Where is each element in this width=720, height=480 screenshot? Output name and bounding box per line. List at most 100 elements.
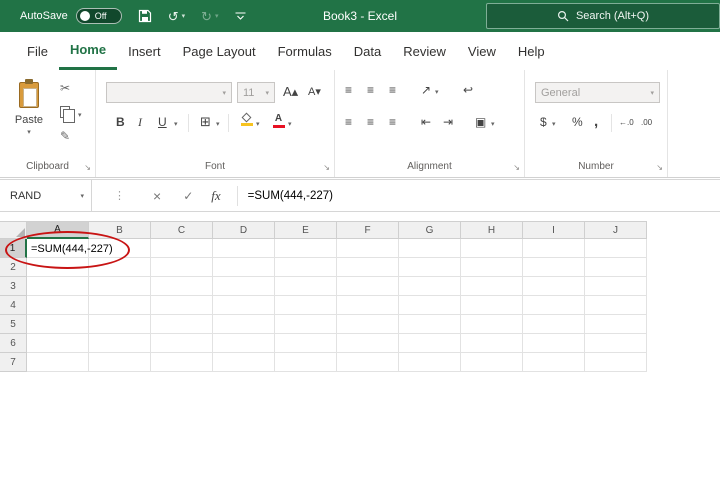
paste-button[interactable]: Paste ▾ bbox=[8, 78, 50, 156]
merge-center-icon[interactable]: ▣ bbox=[475, 116, 486, 128]
cell-F6[interactable] bbox=[337, 334, 399, 353]
cell-G1[interactable] bbox=[399, 239, 461, 258]
cell-G2[interactable] bbox=[399, 258, 461, 277]
decrease-decimal-icon[interactable]: .00 bbox=[641, 119, 652, 127]
cell-H6[interactable] bbox=[461, 334, 523, 353]
cell-A2[interactable] bbox=[27, 258, 89, 277]
cell-B7[interactable] bbox=[89, 353, 151, 372]
cell-J3[interactable] bbox=[585, 277, 647, 296]
column-header-D[interactable]: D bbox=[213, 221, 275, 239]
cell-H2[interactable] bbox=[461, 258, 523, 277]
cell-I6[interactable] bbox=[523, 334, 585, 353]
orientation-icon[interactable]: ↗ bbox=[421, 84, 431, 96]
formula-bar-handle-icon[interactable]: ⋮ bbox=[114, 189, 125, 202]
tab-insert[interactable]: Insert bbox=[117, 32, 172, 70]
cell-I4[interactable] bbox=[523, 296, 585, 315]
row-header-1[interactable]: 1 bbox=[0, 239, 27, 258]
undo-icon[interactable]: ↺ bbox=[168, 10, 179, 23]
borders-dropdown-icon[interactable]: ▾ bbox=[216, 120, 220, 128]
cell-E4[interactable] bbox=[275, 296, 337, 315]
cell-J4[interactable] bbox=[585, 296, 647, 315]
cell-F1[interactable] bbox=[337, 239, 399, 258]
column-header-F[interactable]: F bbox=[337, 221, 399, 239]
insert-function-icon[interactable]: fx bbox=[211, 188, 220, 204]
row-header-4[interactable]: 4 bbox=[0, 296, 27, 315]
column-header-I[interactable]: I bbox=[523, 221, 585, 239]
cell-F3[interactable] bbox=[337, 277, 399, 296]
column-header-C[interactable]: C bbox=[151, 221, 213, 239]
font-color-dropdown-icon[interactable]: ▾ bbox=[288, 120, 292, 128]
underline-button[interactable]: U bbox=[158, 116, 167, 128]
increase-indent-icon[interactable]: ⇥ bbox=[443, 116, 453, 128]
tab-page-layout[interactable]: Page Layout bbox=[172, 32, 267, 70]
select-all-button[interactable] bbox=[0, 221, 27, 239]
bold-button[interactable]: B bbox=[116, 116, 125, 128]
wrap-text-icon[interactable]: ↩ bbox=[463, 84, 473, 96]
cell-B6[interactable] bbox=[89, 334, 151, 353]
font-color-icon[interactable]: A bbox=[272, 114, 285, 129]
increase-decimal-icon[interactable]: ←.0 bbox=[619, 119, 634, 127]
align-left-icon[interactable]: ≡ bbox=[345, 116, 352, 128]
alignment-dialog-launcher-icon[interactable]: ↘ bbox=[513, 163, 520, 172]
cell-H7[interactable] bbox=[461, 353, 523, 372]
autosave-toggle[interactable]: Off bbox=[76, 8, 122, 24]
shrink-font-icon[interactable]: A▾ bbox=[308, 87, 321, 98]
column-header-B[interactable]: B bbox=[89, 221, 151, 239]
align-right-icon[interactable]: ≡ bbox=[389, 116, 396, 128]
tab-review[interactable]: Review bbox=[392, 32, 457, 70]
cell-A4[interactable] bbox=[27, 296, 89, 315]
font-name-combobox[interactable]: ▾ bbox=[106, 82, 232, 103]
cell-a1-value[interactable]: =SUM(444,-227) bbox=[31, 243, 113, 255]
name-box-dropdown-icon[interactable]: ▾ bbox=[80, 192, 84, 200]
format-painter-icon[interactable]: ✎ bbox=[60, 130, 70, 142]
column-header-H[interactable]: H bbox=[461, 221, 523, 239]
column-header-J[interactable]: J bbox=[585, 221, 647, 239]
row-header-6[interactable]: 6 bbox=[0, 334, 27, 353]
italic-button[interactable]: I bbox=[138, 116, 142, 128]
cell-E5[interactable] bbox=[275, 315, 337, 334]
cell-G3[interactable] bbox=[399, 277, 461, 296]
cell-J1[interactable] bbox=[585, 239, 647, 258]
cell-F7[interactable] bbox=[337, 353, 399, 372]
cell-C6[interactable] bbox=[151, 334, 213, 353]
column-header-G[interactable]: G bbox=[399, 221, 461, 239]
tab-help[interactable]: Help bbox=[507, 32, 556, 70]
column-header-A[interactable]: A bbox=[27, 221, 89, 239]
cell-H5[interactable] bbox=[461, 315, 523, 334]
align-center-icon[interactable]: ≡ bbox=[367, 116, 374, 128]
percent-style-icon[interactable]: % bbox=[572, 116, 583, 128]
number-format-dropdown-icon[interactable]: ▾ bbox=[650, 89, 654, 97]
cell-C4[interactable] bbox=[151, 296, 213, 315]
search-box[interactable]: Search (Alt+Q) bbox=[486, 3, 720, 29]
cell-F5[interactable] bbox=[337, 315, 399, 334]
cell-I1[interactable] bbox=[523, 239, 585, 258]
cell-D6[interactable] bbox=[213, 334, 275, 353]
merge-dropdown-icon[interactable]: ▾ bbox=[491, 120, 495, 128]
fill-color-icon[interactable] bbox=[240, 113, 253, 127]
cell-C3[interactable] bbox=[151, 277, 213, 296]
cell-B2[interactable] bbox=[89, 258, 151, 277]
tab-view[interactable]: View bbox=[457, 32, 507, 70]
cell-G5[interactable] bbox=[399, 315, 461, 334]
cell-J6[interactable] bbox=[585, 334, 647, 353]
font-size-dropdown-icon[interactable]: ▾ bbox=[265, 89, 269, 97]
number-dialog-launcher-icon[interactable]: ↘ bbox=[656, 163, 663, 172]
cell-A3[interactable] bbox=[27, 277, 89, 296]
cell-J5[interactable] bbox=[585, 315, 647, 334]
underline-dropdown-icon[interactable]: ▾ bbox=[174, 120, 178, 128]
cell-A6[interactable] bbox=[27, 334, 89, 353]
cut-icon[interactable]: ✂ bbox=[60, 82, 70, 94]
clipboard-dialog-launcher-icon[interactable]: ↘ bbox=[84, 163, 91, 172]
comma-style-icon[interactable]: , bbox=[594, 114, 598, 129]
grow-font-icon[interactable]: A▴ bbox=[283, 85, 298, 98]
cell-D7[interactable] bbox=[213, 353, 275, 372]
align-top-icon[interactable]: ≡ bbox=[345, 84, 352, 96]
cell-D4[interactable] bbox=[213, 296, 275, 315]
tab-data[interactable]: Data bbox=[343, 32, 392, 70]
cell-H1[interactable] bbox=[461, 239, 523, 258]
copy-dropdown-icon[interactable]: ▾ bbox=[78, 111, 82, 119]
cell-E2[interactable] bbox=[275, 258, 337, 277]
cancel-entry-icon[interactable]: × bbox=[153, 188, 161, 204]
cell-G6[interactable] bbox=[399, 334, 461, 353]
cell-G7[interactable] bbox=[399, 353, 461, 372]
